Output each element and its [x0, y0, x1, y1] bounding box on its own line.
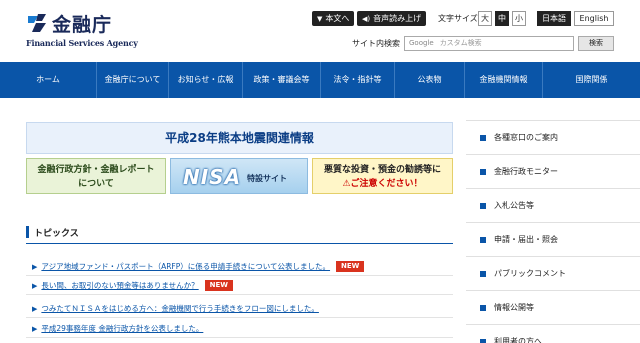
sidebar-item-public-comment[interactable]: パブリックコメント [466, 257, 640, 291]
font-size-label: 文字サイズ [438, 14, 478, 23]
global-nav: ホーム 金融庁について お知らせ・広報 政策・審議会等 法令・指針等 公表物 金… [0, 62, 640, 98]
topics-title: トピックス [34, 229, 79, 239]
sidebar-item-monitor[interactable]: 金融行政モニター [466, 155, 640, 189]
sidebar-item-label: 利用者の方へ [494, 337, 542, 343]
google-label: Google [409, 39, 434, 47]
banner3-line2: ご注意ください！ [350, 179, 423, 189]
square-bullet-icon [480, 169, 486, 175]
skip-label: 本文へ [325, 14, 350, 23]
nav-institutions[interactable]: 金融機関情報 [464, 62, 542, 98]
nav-news[interactable]: お知らせ・広報 [168, 62, 242, 98]
nav-laws[interactable]: 法令・指針等 [320, 62, 394, 98]
banner1-line2: について [78, 179, 114, 189]
square-bullet-icon [480, 305, 486, 311]
square-bullet-icon [480, 135, 486, 141]
fsa-logo[interactable]: 金融庁 Financial Services Agency [26, 10, 138, 50]
sidebar-item-applications[interactable]: 申請・届出・照会 [466, 223, 640, 257]
speaker-icon: ◀) [362, 15, 371, 23]
font-size-small-button[interactable]: 小 [512, 11, 526, 26]
sidebar-item-bids[interactable]: 入札公告等 [466, 189, 640, 223]
banner3-line1: 悪質な投資・預金の勧誘等に [323, 165, 441, 175]
new-badge: NEW [204, 280, 234, 291]
arrow-right-icon: ▶ [32, 282, 38, 290]
arrow-right-icon: ▶ [32, 325, 38, 333]
font-size-medium-button[interactable]: 中 [495, 11, 509, 26]
square-bullet-icon [480, 237, 486, 243]
triangle-down-icon: ▼ [317, 15, 323, 23]
sidebar-item-label: パブリックコメント [494, 269, 566, 278]
topic-link[interactable]: つみたてＮＩＳＡをはじめる方へ：金融機関で行う手続きをフロー図にしました。 [41, 304, 319, 313]
heading-accent-bar [26, 226, 29, 238]
topic-item[interactable]: ▶ アジア地域ファンド・パスポート（ARFP）に係る申請手続きについて公表しました… [26, 258, 453, 276]
read-aloud-button[interactable]: ◀) 音声読み上げ [357, 11, 427, 26]
sidebar-item-disclosure[interactable]: 情報公開等 [466, 291, 640, 325]
skip-to-content-button[interactable]: ▼ 本文へ [312, 11, 355, 26]
topic-link[interactable]: 平成29事務年度 金融行政方針を公表しました。 [41, 324, 203, 333]
square-bullet-icon [480, 271, 486, 277]
fraud-warning-banner[interactable]: 悪質な投資・預金の勧誘等に ⚠ご注意ください！ [312, 158, 453, 194]
topic-link[interactable]: 長い間、お取引のない預金等はありませんか？ [41, 281, 198, 290]
nav-home[interactable]: ホーム [0, 62, 96, 98]
arrow-right-icon: ▶ [32, 305, 38, 313]
nisa-logo: NISA [183, 165, 242, 189]
square-bullet-icon [480, 339, 486, 343]
font-size-large-button[interactable]: 大 [478, 11, 492, 26]
fsa-logo-mark-icon [28, 14, 46, 32]
sidebar-item-label: 金融行政モニター [494, 167, 558, 176]
kumamoto-earthquake-banner[interactable]: 平成28年熊本地震関連情報 [26, 122, 453, 154]
nav-international[interactable]: 国際関係 [542, 62, 640, 98]
logo-english: Financial Services Agency [26, 38, 138, 48]
lang-english-button[interactable]: English [574, 11, 614, 26]
banner1-line1: 金融行政方針・金融レポート [37, 165, 155, 175]
topics-heading: トピックス [26, 224, 453, 244]
nav-policy[interactable]: 政策・審議会等 [242, 62, 320, 98]
topic-link[interactable]: アジア地域ファンド・パスポート（ARFP）に係る申請手続きについて公表しました。 [41, 262, 330, 271]
search-placeholder: カスタム検索 [439, 39, 482, 47]
site-search-label: サイト内検索 [352, 39, 400, 48]
lang-japanese-button[interactable]: 日本語 [537, 11, 571, 26]
nisa-subtitle: 特設サイト [247, 174, 287, 183]
square-bullet-icon [480, 203, 486, 209]
read-aloud-label: 音声読み上げ [373, 14, 422, 23]
arrow-right-icon: ▶ [32, 263, 38, 271]
sidebar-item-label: 入札公告等 [494, 201, 534, 210]
sidebar-item-label: 情報公開等 [494, 303, 534, 312]
search-button[interactable]: 検索 [578, 36, 614, 51]
topic-item[interactable]: ▶ 長い間、お取引のない預金等はありませんか？ NEW [26, 277, 453, 295]
sidebar-item-users[interactable]: 利用者の方へ [466, 325, 640, 343]
sidebar-item-label: 申請・届出・照会 [494, 235, 558, 244]
nav-publications[interactable]: 公表物 [394, 62, 464, 98]
sidebar-item-label: 各種窓口のご案内 [494, 133, 558, 142]
nisa-banner[interactable]: NISA 特設サイト [170, 158, 308, 194]
warning-icon: ⚠ [342, 179, 351, 189]
site-header: 金融庁 Financial Services Agency ▼ 本文へ ◀) 音声読… [0, 0, 640, 62]
financial-policy-banner[interactable]: 金融行政方針・金融レポート について [26, 158, 166, 194]
new-badge: NEW [336, 261, 365, 272]
topic-item[interactable]: ▶ 平成29事務年度 金融行政方針を公表しました。 [26, 320, 453, 338]
nav-about[interactable]: 金融庁について [96, 62, 168, 98]
search-input[interactable]: Google カスタム検索 [404, 36, 574, 51]
sidebar-item-contact[interactable]: 各種窓口のご案内 [466, 121, 640, 155]
logo-japanese: 金融庁 [52, 14, 113, 36]
topic-item[interactable]: ▶ つみたてＮＩＳＡをはじめる方へ：金融機関で行う手続きをフロー図にしました。 [26, 300, 453, 318]
